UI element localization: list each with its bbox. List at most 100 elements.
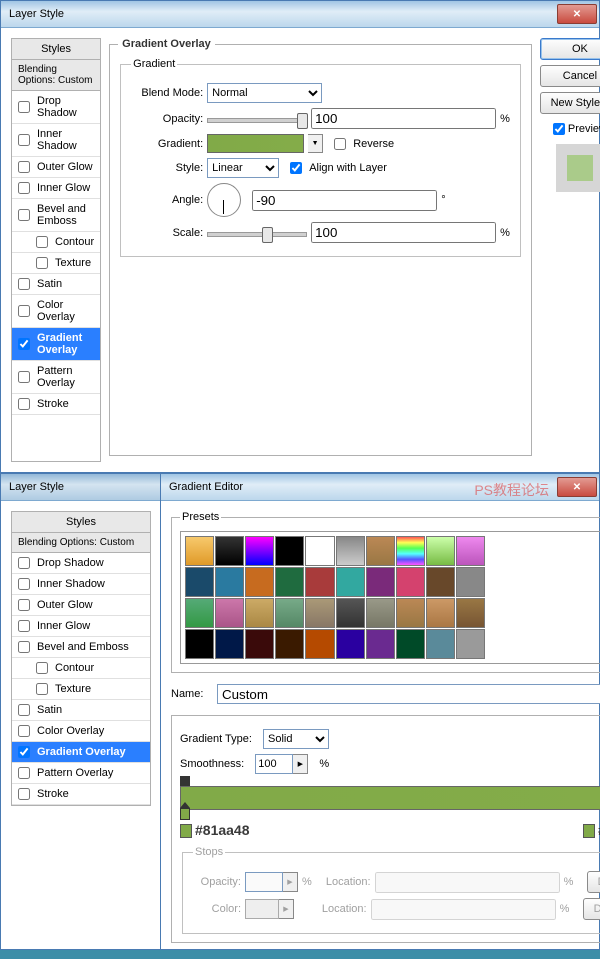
preset-swatch[interactable] xyxy=(185,629,214,659)
smoothness-input[interactable] xyxy=(255,754,293,774)
preset-swatch[interactable] xyxy=(456,629,485,659)
checkbox[interactable] xyxy=(36,257,48,269)
preset-swatch[interactable] xyxy=(366,567,395,597)
ok-button[interactable]: OK xyxy=(540,38,600,60)
styles-item-inner-shadow[interactable]: Inner Shadow xyxy=(12,574,150,595)
preset-swatch[interactable] xyxy=(185,567,214,597)
preset-swatch[interactable] xyxy=(185,536,214,566)
styles-item-bevel-emboss[interactable]: Bevel and Emboss xyxy=(12,637,150,658)
preset-swatch[interactable] xyxy=(456,567,485,597)
preset-swatch[interactable] xyxy=(426,567,455,597)
styles-item-drop-shadow[interactable]: Drop Shadow xyxy=(12,91,100,124)
styles-item-inner-shadow[interactable]: Inner Shadow xyxy=(12,124,100,157)
name-input[interactable] xyxy=(217,684,600,704)
styles-header[interactable]: Styles xyxy=(12,512,150,533)
new-style-button[interactable]: New Style... xyxy=(540,92,600,114)
preset-swatch[interactable] xyxy=(245,629,274,659)
blending-options-row[interactable]: Blending Options: Custom xyxy=(12,60,100,91)
checkbox[interactable] xyxy=(18,305,30,317)
color-stop-left[interactable] xyxy=(180,808,190,820)
preset-swatch[interactable] xyxy=(426,629,455,659)
preset-swatch[interactable] xyxy=(245,567,274,597)
opacity-input[interactable] xyxy=(311,108,496,129)
preset-swatch[interactable] xyxy=(396,598,425,628)
scale-input[interactable] xyxy=(311,222,496,243)
styles-item-drop-shadow[interactable]: Drop Shadow xyxy=(12,553,150,574)
preset-swatch[interactable] xyxy=(245,598,274,628)
styles-item-bevel-emboss[interactable]: Bevel and Emboss xyxy=(12,199,100,232)
preset-swatch[interactable] xyxy=(305,567,334,597)
preset-swatch[interactable] xyxy=(396,629,425,659)
styles-item-inner-glow[interactable]: Inner Glow xyxy=(12,178,100,199)
styles-item-pattern-overlay[interactable]: Pattern Overlay xyxy=(12,763,150,784)
smoothness-spinner[interactable]: ▶ xyxy=(293,754,308,774)
preset-swatch[interactable] xyxy=(366,629,395,659)
blending-options-row[interactable]: Blending Options: Custom xyxy=(12,533,150,553)
styles-item-satin[interactable]: Satin xyxy=(12,700,150,721)
styles-item-outer-glow[interactable]: Outer Glow xyxy=(12,595,150,616)
styles-item-stroke[interactable]: Stroke xyxy=(12,784,150,805)
checkbox[interactable] xyxy=(18,371,30,383)
cancel-button[interactable]: Cancel xyxy=(540,65,600,87)
styles-item-gradient-overlay[interactable]: Gradient Overlay xyxy=(12,742,150,763)
preset-swatch[interactable] xyxy=(366,536,395,566)
opacity-stop-left[interactable] xyxy=(180,776,190,786)
gradient-bar[interactable] xyxy=(180,786,600,810)
styles-item-contour[interactable]: Contour xyxy=(12,658,150,679)
styles-item-inner-glow[interactable]: Inner Glow xyxy=(12,616,150,637)
styles-header[interactable]: Styles xyxy=(12,39,100,60)
styles-item-texture[interactable]: Texture xyxy=(12,253,100,274)
styles-item-texture[interactable]: Texture xyxy=(12,679,150,700)
preview-checkbox[interactable] xyxy=(553,123,565,135)
preset-swatch[interactable] xyxy=(215,598,244,628)
preset-swatch[interactable] xyxy=(215,629,244,659)
checkbox[interactable] xyxy=(18,161,30,173)
checkbox[interactable] xyxy=(18,134,30,146)
checkbox[interactable] xyxy=(18,338,30,350)
titlebar[interactable]: Gradient Editor PS教程论坛 ✕ xyxy=(161,474,599,501)
preset-swatch[interactable] xyxy=(185,598,214,628)
preset-swatch[interactable] xyxy=(305,536,334,566)
preset-swatch[interactable] xyxy=(275,629,304,659)
preset-swatch[interactable] xyxy=(336,629,365,659)
styles-item-contour[interactable]: Contour xyxy=(12,232,100,253)
checkbox[interactable] xyxy=(18,182,30,194)
preset-swatch[interactable] xyxy=(456,536,485,566)
gradient-swatch[interactable] xyxy=(207,134,304,153)
styles-item-satin[interactable]: Satin xyxy=(12,274,100,295)
checkbox[interactable] xyxy=(18,398,30,410)
styles-item-gradient-overlay[interactable]: Gradient Overlay xyxy=(12,328,100,361)
preset-swatch[interactable] xyxy=(336,536,365,566)
preset-swatch[interactable] xyxy=(305,598,334,628)
scale-slider[interactable] xyxy=(207,225,307,241)
preset-swatch[interactable] xyxy=(245,536,274,566)
type-select[interactable]: Solid xyxy=(263,729,329,749)
preset-swatch[interactable] xyxy=(305,629,334,659)
preset-swatch[interactable] xyxy=(426,598,455,628)
styles-item-stroke[interactable]: Stroke xyxy=(12,394,100,415)
preset-swatch[interactable] xyxy=(426,536,455,566)
preset-swatch[interactable] xyxy=(275,536,304,566)
close-button[interactable]: ✕ xyxy=(557,4,597,24)
style-select[interactable]: Linear xyxy=(207,158,279,178)
close-button[interactable]: ✕ xyxy=(557,477,597,497)
blend-mode-select[interactable]: Normal xyxy=(207,83,322,103)
preview-toggle[interactable]: Preview xyxy=(553,123,600,135)
preset-swatch[interactable] xyxy=(215,536,244,566)
checkbox[interactable] xyxy=(18,278,30,290)
preset-swatch[interactable] xyxy=(275,598,304,628)
angle-input[interactable] xyxy=(252,190,437,211)
align-checkbox[interactable] xyxy=(290,162,302,174)
preset-swatch[interactable] xyxy=(275,567,304,597)
preset-swatch[interactable] xyxy=(336,598,365,628)
styles-item-color-overlay[interactable]: Color Overlay xyxy=(12,295,100,328)
opacity-slider[interactable] xyxy=(207,111,307,127)
preset-swatch[interactable] xyxy=(366,598,395,628)
preset-swatch[interactable] xyxy=(396,536,425,566)
checkbox[interactable] xyxy=(36,236,48,248)
checkbox[interactable] xyxy=(18,209,30,221)
gradient-dropdown-arrow[interactable]: ▼ xyxy=(308,134,323,153)
preset-swatch[interactable] xyxy=(336,567,365,597)
preset-swatch[interactable] xyxy=(396,567,425,597)
styles-item-outer-glow[interactable]: Outer Glow xyxy=(12,157,100,178)
